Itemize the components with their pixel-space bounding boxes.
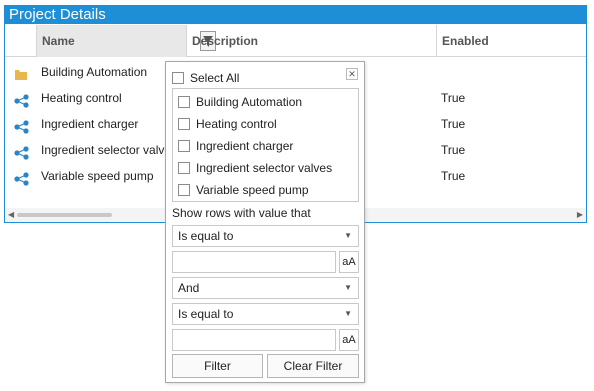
scroll-right-arrow-icon[interactable]: ▶ bbox=[577, 210, 583, 220]
row-name: Heating control bbox=[41, 91, 122, 105]
show-rows-label: Show rows with value that bbox=[172, 206, 311, 220]
row-enabled: True bbox=[441, 91, 466, 105]
column-header-description[interactable]: Description bbox=[187, 25, 437, 57]
filter-value-checkbox[interactable] bbox=[178, 139, 190, 152]
filter-value-input-2[interactable] bbox=[172, 329, 336, 351]
row-enabled: True bbox=[441, 143, 466, 157]
module-icon bbox=[14, 91, 30, 108]
filter-value-item[interactable]: Building Automation bbox=[178, 91, 302, 111]
row-enabled: True bbox=[441, 117, 466, 131]
grid-header: Name Description Enabled bbox=[5, 25, 586, 57]
filter-value-item[interactable]: Ingredient selector valves bbox=[178, 157, 332, 177]
module-icon bbox=[14, 143, 30, 160]
filter-value-checkbox[interactable] bbox=[178, 117, 190, 130]
select-all-checkbox[interactable] bbox=[172, 71, 184, 84]
module-icon bbox=[14, 117, 30, 134]
scroll-left-arrow-icon[interactable]: ◀ bbox=[8, 210, 14, 220]
filter-popup: Select All ✕ Building Automation Heating… bbox=[165, 61, 365, 383]
operator-select-2-value: Is equal to bbox=[178, 307, 234, 321]
select-all-option[interactable]: Select All bbox=[172, 69, 239, 85]
row-enabled: True bbox=[441, 169, 466, 183]
operator-select-1[interactable]: Is equal to ▼ bbox=[172, 225, 359, 247]
filter-value-label: Building Automation bbox=[196, 94, 303, 109]
filter-value-label: Heating control bbox=[196, 116, 277, 131]
row-name: Variable speed pump bbox=[41, 169, 154, 183]
filter-value-item[interactable]: Variable speed pump bbox=[178, 179, 309, 199]
filter-value-item[interactable]: Ingredient charger bbox=[178, 135, 293, 155]
dropdown-arrow-icon: ▼ bbox=[344, 283, 352, 292]
match-case-button-2[interactable]: aA bbox=[339, 329, 359, 351]
filter-value-label: Ingredient selector valves bbox=[196, 160, 333, 175]
logic-select-value: And bbox=[178, 281, 200, 295]
row-name: Building Automation bbox=[41, 65, 148, 79]
operator-select-2[interactable]: Is equal to ▼ bbox=[172, 303, 359, 325]
filter-value-checkbox[interactable] bbox=[178, 183, 190, 196]
row-name: Ingredient charger bbox=[41, 117, 139, 131]
clear-filter-button[interactable]: Clear Filter bbox=[267, 354, 359, 378]
column-header-enabled[interactable]: Enabled bbox=[437, 25, 587, 57]
header-blank bbox=[5, 25, 37, 57]
select-all-label: Select All bbox=[190, 70, 240, 85]
column-header-name-label: Name bbox=[42, 34, 75, 48]
match-case-button-1[interactable]: aA bbox=[339, 251, 359, 273]
close-icon[interactable]: ✕ bbox=[346, 68, 358, 80]
scrollbar-thumb[interactable] bbox=[17, 213, 112, 217]
dropdown-arrow-icon: ▼ bbox=[344, 231, 352, 240]
filter-value-checkbox[interactable] bbox=[178, 161, 190, 174]
dropdown-arrow-icon: ▼ bbox=[344, 309, 352, 318]
module-icon bbox=[14, 169, 30, 186]
column-header-name[interactable]: Name bbox=[37, 25, 216, 57]
filter-button[interactable]: Filter bbox=[172, 354, 263, 378]
panel-title: Project Details bbox=[5, 6, 586, 24]
logic-select[interactable]: And ▼ bbox=[172, 277, 359, 299]
row-name: Ingredient selector valves bbox=[41, 143, 169, 157]
filter-value-input-1[interactable] bbox=[172, 251, 336, 273]
filter-value-label: Variable speed pump bbox=[196, 182, 309, 197]
filter-value-item[interactable]: Heating control bbox=[178, 113, 277, 133]
filter-values-list: Building Automation Heating control Ingr… bbox=[172, 88, 359, 202]
filter-value-checkbox[interactable] bbox=[178, 95, 190, 108]
filter-value-label: Ingredient charger bbox=[196, 138, 294, 153]
folder-icon bbox=[14, 65, 30, 80]
operator-select-1-value: Is equal to bbox=[178, 229, 234, 243]
